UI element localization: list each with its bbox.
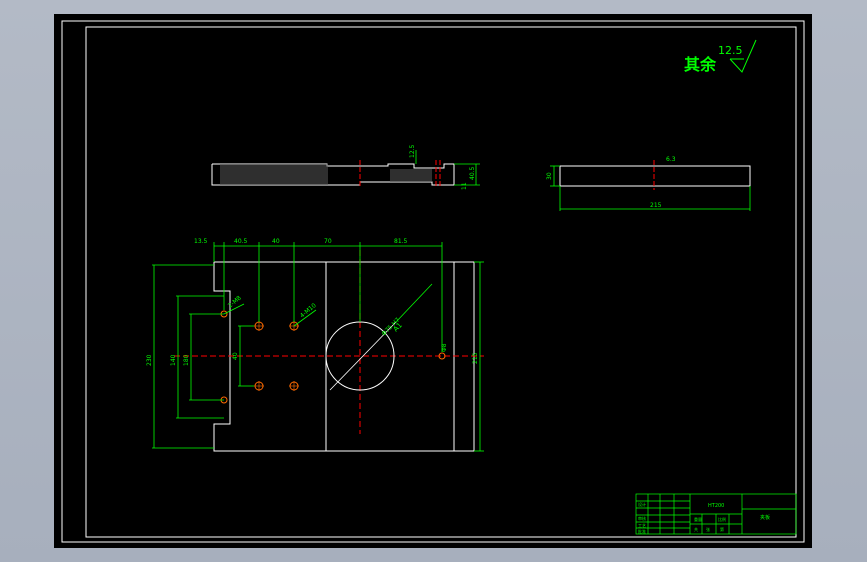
- title-block-cell: 比例: [718, 516, 726, 522]
- cad-drawing: 其余 12.5 12.5 40.5 11 30 215 6.3 13.5 40.…: [61, 20, 805, 543]
- side-view-dim: 12.5: [409, 144, 416, 158]
- small-hole-note: Φ8: [441, 343, 448, 352]
- title-block-cell: 张: [706, 526, 710, 532]
- roughness-note: 其余 12.5: [684, 39, 757, 74]
- roughness-note-value: 12.5: [718, 44, 743, 57]
- hole-note: 2-M8: [227, 294, 243, 309]
- outer-frame: [61, 20, 805, 543]
- plan-top-dim: 40: [272, 238, 280, 245]
- title-block-part-name: 夹板: [760, 514, 770, 521]
- title-block-cell: 工艺: [638, 523, 646, 528]
- roughness-note-text: 其余: [684, 55, 717, 74]
- hole-group: [220, 310, 446, 404]
- title-block-cell: 重量: [694, 516, 702, 522]
- title-block-cell: 审核: [638, 515, 646, 521]
- plan-top-dim: 40.5: [234, 238, 248, 245]
- title-block-cell: 设计: [638, 501, 646, 507]
- plan-left-dim: 230: [146, 354, 153, 366]
- plan-top-dim: 13.5: [194, 238, 208, 245]
- plan-top-dim: 70: [324, 238, 332, 245]
- end-view: 30 215 6.3: [546, 156, 751, 211]
- title-block-cell: 第: [720, 526, 724, 532]
- title-block-cell: 批准: [638, 528, 646, 534]
- end-view-width-dim: 215: [650, 202, 662, 209]
- end-view-height-dim: 30: [546, 172, 553, 180]
- end-view-roughness: 6.3: [666, 156, 676, 163]
- cad-viewport[interactable]: 其余 12.5 12.5 40.5 11 30 215 6.3 13.5 40.…: [54, 14, 812, 548]
- title-block-cell: 共: [694, 526, 698, 532]
- inner-frame: [85, 26, 797, 538]
- plan-view: 13.5 40.5 40 70 81.5 215 230 140 180 40 …: [146, 238, 484, 452]
- plan-left-dim: 140: [170, 354, 177, 366]
- side-view-dim: 11: [461, 182, 468, 190]
- plan-overall-width: 215: [472, 352, 479, 364]
- plan-left-dim: 180: [183, 354, 190, 366]
- side-view-hatch: [220, 164, 328, 185]
- title-block-material: HT200: [708, 503, 724, 509]
- plan-inner-dim: 40: [232, 352, 239, 360]
- title-block: [635, 493, 797, 535]
- end-view-outline: [559, 165, 751, 187]
- side-view-dim: 40.5: [469, 166, 476, 180]
- plan-top-dim: 81.5: [394, 238, 408, 245]
- side-view: 12.5 40.5 11: [211, 144, 480, 190]
